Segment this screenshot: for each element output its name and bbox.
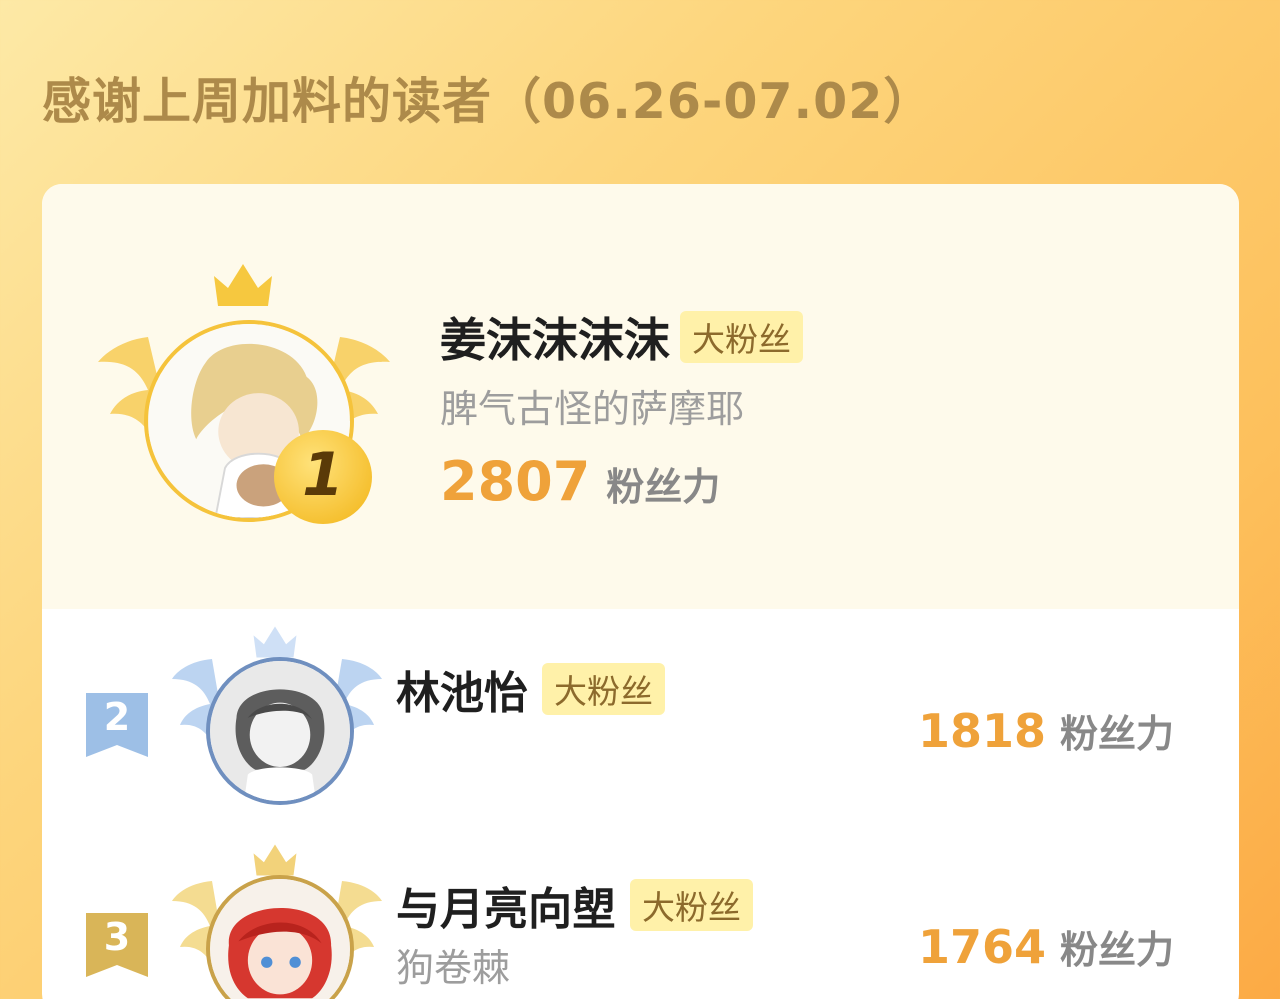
- user-name[interactable]: 与月亮向塱: [396, 873, 616, 937]
- score-unit: 粉丝力: [1060, 712, 1175, 756]
- page-title: 感谢上周加料的读者（06.26-07.02）: [42, 73, 934, 130]
- leaderboard-card: 1 姜沫沫沫沫 大粉丝 脾气古怪的萨摩耶 2807 粉丝力 2 林池怡 大粉丝 …: [42, 184, 1239, 999]
- leaderboard-row[interactable]: 3 与月亮向塱 大粉丝 狗卷棘 1764 粉丝力: [42, 829, 1239, 999]
- rank-medal: 1: [274, 430, 372, 524]
- first-name-row: 姜沫沫沫沫 大粉丝: [440, 304, 803, 370]
- user-name[interactable]: 姜沫沫沫沫: [440, 304, 670, 370]
- third-name-row: 与月亮向塱 大粉丝: [396, 873, 753, 937]
- user-subtitle: 脾气古怪的萨摩耶: [440, 387, 745, 431]
- user-name[interactable]: 林池怡: [396, 657, 528, 721]
- fan-score: 2807: [440, 450, 591, 513]
- avatar-illustration: [210, 879, 350, 999]
- fan-badge: 大粉丝: [680, 311, 803, 363]
- score-unit: 粉丝力: [606, 465, 721, 509]
- score-row: 1764 粉丝力: [918, 919, 1174, 974]
- avatar[interactable]: [206, 657, 354, 805]
- rank-number: 1: [302, 440, 344, 510]
- fan-badge: 大粉丝: [542, 663, 665, 715]
- score-row: 1818 粉丝力: [918, 703, 1174, 758]
- crown-icon: [214, 264, 272, 306]
- rank-number: 3: [103, 915, 131, 959]
- score-row: 2807 粉丝力: [440, 450, 720, 513]
- second-name-row: 林池怡 大粉丝: [396, 657, 665, 721]
- fan-badge: 大粉丝: [630, 879, 753, 931]
- fan-score: 1818: [918, 704, 1047, 758]
- first-place-section: 1 姜沫沫沫沫 大粉丝 脾气古怪的萨摩耶 2807 粉丝力: [42, 184, 1239, 609]
- fan-score: 1764: [918, 920, 1047, 974]
- user-subtitle: 狗卷棘: [396, 946, 511, 990]
- rank-number: 2: [103, 695, 131, 739]
- leaderboard-row[interactable]: 2 林池怡 大粉丝 1818 粉丝力: [42, 609, 1239, 829]
- avatar-illustration: [210, 661, 350, 801]
- score-unit: 粉丝力: [1060, 928, 1175, 972]
